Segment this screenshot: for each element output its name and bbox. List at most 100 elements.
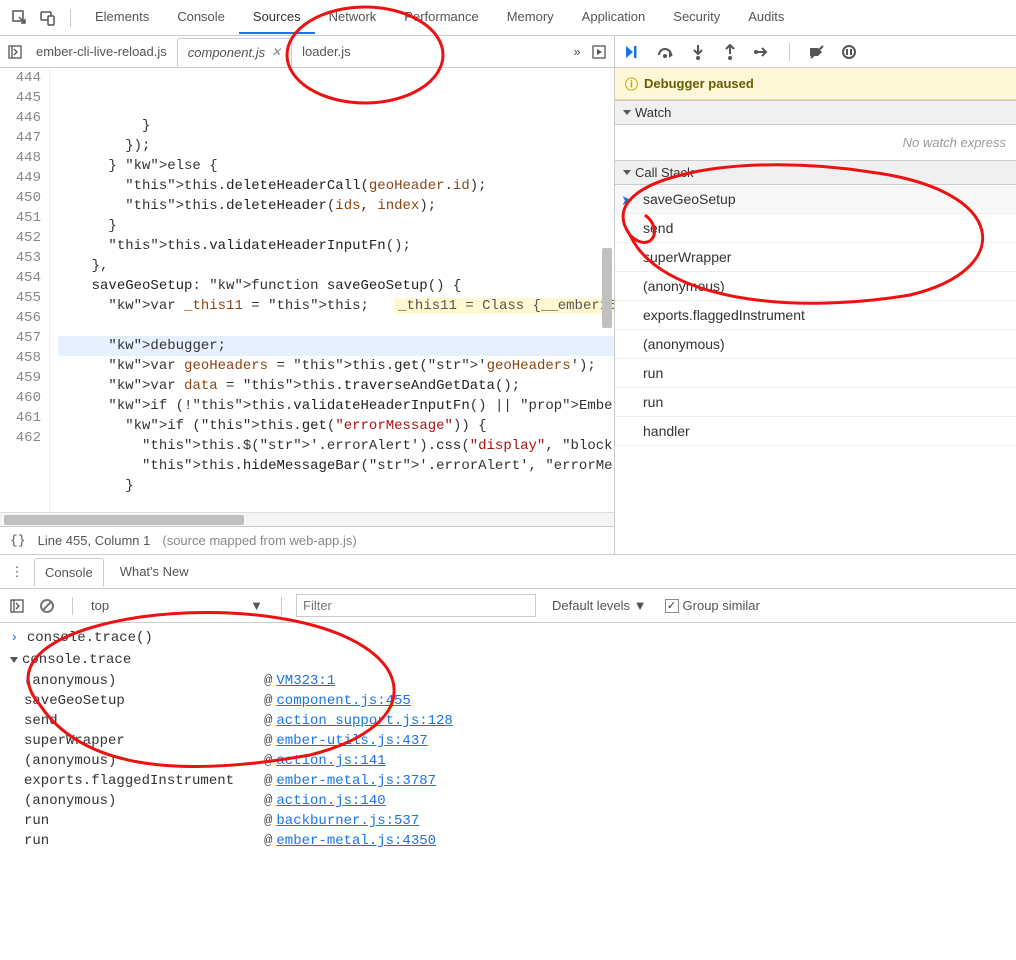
trace-row: run@backburner.js:537 [24,811,1006,831]
trace-link[interactable]: action.js:141 [276,753,385,769]
file-tab-active[interactable]: component.js✕ [177,38,292,67]
close-icon[interactable]: ✕ [271,45,281,59]
code-line[interactable]: "kw">var _this11 = "this">this; _this11 … [58,296,614,316]
code-line[interactable]: "this">this.deleteHeaderCall(geoHeader.i… [58,176,614,196]
code-line[interactable]: } [58,216,614,236]
code-line[interactable]: "this">this.validateHeaderInputFn(); [58,236,614,256]
device-icon[interactable] [36,6,60,30]
main-tab-security[interactable]: Security [659,1,734,34]
console-cmd: console.trace() [27,630,153,646]
workspace: ember-cli-live-reload.js component.js✕ l… [0,36,1016,554]
pause-exceptions-icon[interactable] [838,41,860,63]
stack-frame[interactable]: exports.flaggedInstrument [615,301,1016,330]
trace-row: (anonymous)@action.js:141 [24,751,1006,771]
trace-link[interactable]: action_support.js:128 [276,713,452,729]
drawer-menu-icon[interactable]: ⋮ [6,561,28,583]
main-tab-sources[interactable]: Sources [239,1,315,34]
drawer-tab-whatsnew[interactable]: What's New [110,558,199,585]
code-line[interactable]: "kw">if (!"this">this.validateHeaderInpu… [58,396,614,416]
more-tabs-icon[interactable]: » [566,41,588,63]
code-line[interactable]: "kw">debugger; [58,336,614,356]
code-line[interactable]: saveGeoSetup: "kw">function saveGeoSetup… [58,276,614,296]
main-tab-console[interactable]: Console [163,1,239,34]
trace-row: saveGeoSetup@component.js:455 [24,691,1006,711]
trace-link[interactable]: VM323:1 [276,673,335,689]
code-line[interactable]: "this">this.deleteHeader(ids, index); [58,196,614,216]
code-line[interactable]: "kw">var data = "this">this.traverseAndG… [58,376,614,396]
chevron-down-icon [10,657,18,663]
console-body[interactable]: › console.trace() console.trace (anonymo… [0,623,1016,855]
run-snippet-icon[interactable] [588,41,610,63]
resume-icon[interactable] [623,41,645,63]
stack-frame[interactable]: run [615,359,1016,388]
current-frame-icon: ➤ [621,192,633,209]
file-tab-left[interactable]: ember-cli-live-reload.js [26,38,177,65]
stack-frame[interactable]: run [615,388,1016,417]
code-body[interactable]: } }); } "kw">else { "this">this.deleteHe… [50,68,614,512]
main-tab-memory[interactable]: Memory [493,1,568,34]
clear-console-icon[interactable] [36,595,58,617]
file-tab-right[interactable]: loader.js [292,38,360,65]
call-stack-list: ➤saveGeoSetupsendsuperWrapper(anonymous)… [615,185,1016,554]
chevron-down-icon [623,170,631,175]
main-tab-network[interactable]: Network [315,1,391,34]
step-into-icon[interactable] [687,41,709,63]
trace-table: (anonymous)@VM323:1saveGeoSetup@componen… [24,671,1006,851]
paused-banner: ⓘ Debugger paused [615,68,1016,100]
code-line[interactable]: "kw">var geoHeaders = "this">this.get("s… [58,356,614,376]
code-line[interactable]: "this">this.hideMessageBar("str">'.error… [58,456,614,476]
scrollbar-vertical[interactable] [600,68,614,512]
code-line[interactable]: "kw">if ("this">this.get("errorMessage")… [58,416,614,436]
main-tab-performance[interactable]: Performance [390,1,492,34]
trace-link[interactable]: ember-utils.js:437 [276,733,427,749]
stack-frame[interactable]: (anonymous) [615,272,1016,301]
step-out-icon[interactable] [719,41,741,63]
inspect-icon[interactable] [8,6,32,30]
step-over-icon[interactable] [655,41,677,63]
trace-fn: run [24,813,264,829]
main-tab-elements[interactable]: Elements [81,1,163,34]
main-tab-application[interactable]: Application [568,1,660,34]
code-line[interactable]: } [58,476,614,496]
step-icon[interactable] [751,41,773,63]
code-editor[interactable]: 4444454464474484494504514524534544554564… [0,68,614,512]
page-nav-icon[interactable] [4,41,26,63]
code-line[interactable] [58,316,614,336]
console-bar: top ▼ Default levels ▼ Group similar [0,589,1016,623]
stack-frame[interactable]: ➤saveGeoSetup [615,185,1016,214]
code-line[interactable]: } [58,116,614,136]
levels-select[interactable]: Default levels ▼ [552,598,647,613]
checkbox-icon[interactable] [665,599,679,613]
filter-input[interactable] [296,594,536,617]
code-line[interactable]: "this">this.$("str">'.errorAlert').css("… [58,436,614,456]
trace-row: superWrapper@ember-utils.js:437 [24,731,1006,751]
console-trace-head[interactable]: console.trace [10,649,1006,671]
trace-link[interactable]: backburner.js:537 [276,813,419,829]
context-select[interactable]: top ▼ [87,596,267,615]
braces-icon[interactable]: {} [10,533,26,548]
watch-header[interactable]: Watch [615,100,1016,125]
stack-frame[interactable]: handler [615,417,1016,446]
trace-row: send@action_support.js:128 [24,711,1006,731]
stack-frame[interactable]: (anonymous) [615,330,1016,359]
deactivate-breakpoints-icon[interactable] [806,41,828,63]
main-tab-audits[interactable]: Audits [734,1,798,34]
drawer-tab-console[interactable]: Console [34,558,104,587]
stack-frame[interactable]: superWrapper [615,243,1016,272]
code-line[interactable]: } "kw">else { [58,156,614,176]
gutter: 4444454464474484494504514524534544554564… [0,68,50,512]
group-similar[interactable]: Group similar [665,598,760,613]
trace-link[interactable]: component.js:455 [276,693,410,709]
debug-toolbar [615,36,1016,68]
scrollbar-horizontal[interactable] [0,512,614,526]
trace-link[interactable]: action.js:140 [276,793,385,809]
console-sidebar-icon[interactable] [6,595,28,617]
stack-frame[interactable]: send [615,214,1016,243]
code-line[interactable]: }); [58,136,614,156]
callstack-header[interactable]: Call Stack [615,160,1016,185]
source-map: (source mapped from web-app.js) [162,533,356,548]
trace-fn: (anonymous) [24,793,264,809]
trace-link[interactable]: ember-metal.js:3787 [276,773,436,789]
code-line[interactable]: }, [58,256,614,276]
trace-link[interactable]: ember-metal.js:4350 [276,833,436,849]
